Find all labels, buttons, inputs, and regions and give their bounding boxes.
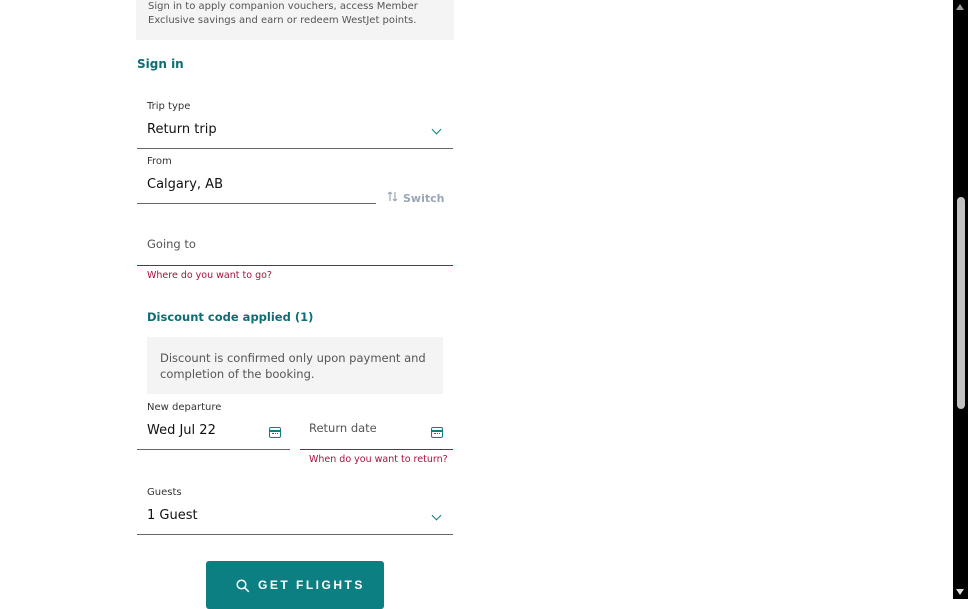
chevron-down-icon <box>431 510 442 521</box>
discount-code-link[interactable]: Discount code applied (1) <box>147 310 313 324</box>
guests-label: Guests <box>147 487 182 498</box>
trip-type-label: Trip type <box>147 101 191 112</box>
trip-type-underline <box>137 148 453 149</box>
return-date-placeholder: Return date <box>309 421 377 435</box>
swap-icon <box>387 191 399 205</box>
from-value: Calgary, AB <box>147 177 223 192</box>
guests-underline <box>137 534 453 535</box>
calendar-icon <box>269 427 281 438</box>
switch-label: Switch <box>403 192 445 205</box>
return-date-underline <box>300 449 453 450</box>
switch-button[interactable]: Switch <box>387 191 444 205</box>
departure-value: Wed Jul 22 <box>147 423 216 438</box>
going-to-placeholder: Going to <box>147 237 196 251</box>
chevron-down-icon <box>431 124 442 135</box>
vertical-scrollbar[interactable] <box>953 0 968 599</box>
departure-underline <box>137 449 290 450</box>
departure-label: New departure <box>147 402 222 413</box>
going-to-error: Where do you want to go? <box>147 270 272 281</box>
calendar-icon <box>431 427 443 438</box>
sign-in-link[interactable]: Sign in <box>137 57 184 71</box>
discount-notice-box: Discount is confirmed only upon payment … <box>147 337 443 394</box>
signin-info-text: Sign in to apply companion vouchers, acc… <box>148 1 418 26</box>
scrollbar-thumb[interactable] <box>957 197 965 409</box>
from-underline <box>137 203 376 204</box>
guests-value: 1 Guest <box>147 508 198 523</box>
from-label: From <box>147 156 172 167</box>
trip-type-value: Return trip <box>147 122 217 137</box>
get-flights-label: GET FLIGHTS <box>258 578 365 592</box>
discount-notice-text: Discount is confirmed only upon payment … <box>160 351 426 381</box>
signin-info-box: Sign in to apply companion vouchers, acc… <box>136 0 454 40</box>
scroll-down-icon[interactable] <box>956 589 964 595</box>
search-icon <box>236 579 250 596</box>
get-flights-button[interactable]: GET FLIGHTS <box>206 561 384 609</box>
going-to-underline <box>137 265 453 266</box>
scroll-up-icon[interactable] <box>956 4 964 10</box>
return-date-error: When do you want to return? <box>309 454 448 465</box>
